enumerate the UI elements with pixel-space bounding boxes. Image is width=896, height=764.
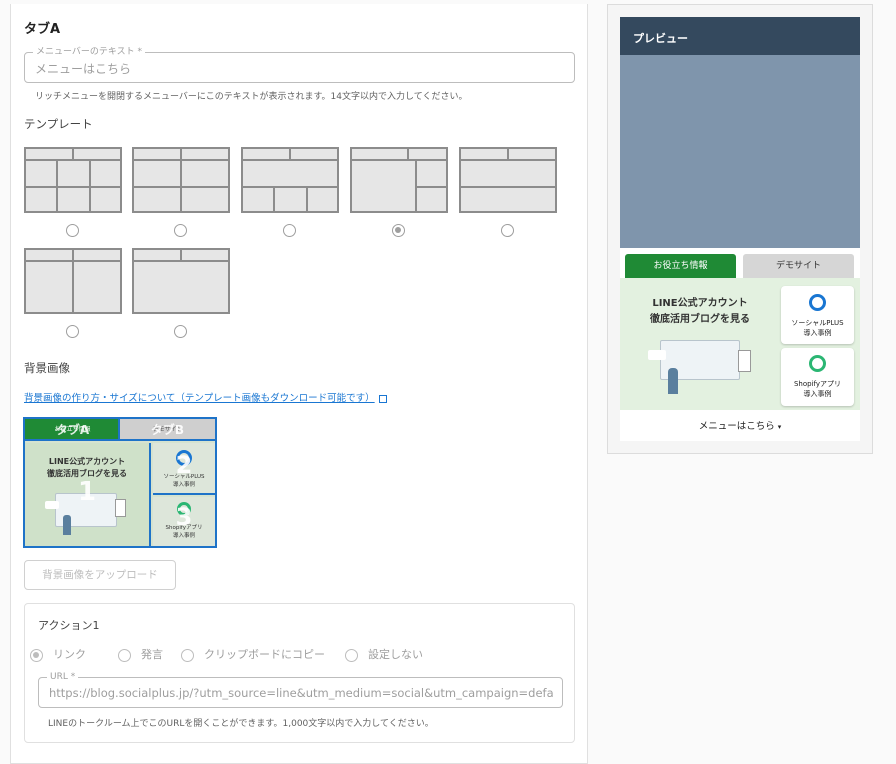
tab-a-label: タブA [55,423,90,437]
url-input[interactable]: https://blog.socialplus.jp/?utm_source=l… [49,686,554,700]
preview-person-illustration [668,368,678,394]
tab-title: タブA [24,22,61,37]
preview-shopify-logo-icon [809,355,826,372]
area-1-number: 1 [77,477,97,507]
template-radio-7[interactable] [174,325,187,338]
preview-card-socialplus[interactable]: ソーシャルPLUS 導入事例 [781,286,854,344]
bg-image-editor[interactable]: お役立ち情報 タブA デモサイト タブB LINE公式アカウント 徹底活用ブログ… [23,417,217,548]
action-option-message-label: 発言 [141,648,163,661]
menu-text-help: リッチメニューを開閉するメニューバーにこのテキストが表示されます。14文字以内で… [35,92,468,102]
template-radio-5[interactable] [501,224,514,237]
preview-card1-line2: 導入事例 [803,329,832,337]
preview-tab-active[interactable]: お役立ち情報 [625,254,736,278]
url-label: URL * [47,671,79,683]
action-option-none[interactable]: 設定しない [345,646,423,662]
preview-panel: プレビュー お役立ち情報 デモサイト LINE公式アカウント 徹底活用ブログを見… [607,4,873,454]
area-3[interactable]: Shopifyアプリ 導入事例 3 [153,497,215,546]
preview-phone-illustration [738,350,751,372]
area-2-card-line2: 導入事例 [172,482,195,488]
action-option-message-radio[interactable] [118,648,131,662]
area-tab-a[interactable]: お役立ち情報 タブA [25,419,120,441]
area-3-number: 3 [175,503,193,531]
preview-banner-line2: 徹底活用ブログを見る [650,314,750,325]
preview-card-shopify[interactable]: Shopifyアプリ 導入事例 [781,348,854,406]
area-1-banner-line1: LINE公式アカウント [48,457,126,466]
url-field[interactable]: URL * https://blog.socialplus.jp/?utm_so… [38,671,563,708]
bg-image-help-link-text: 背景画像の作り方・サイズについて（テンプレート画像もダウンロード可能です） [24,393,375,404]
template-option-2[interactable] [132,147,230,213]
bg-image-label: 背景画像 [24,361,70,375]
template-option-3[interactable] [241,147,339,213]
bg-image-help-link[interactable]: 背景画像の作り方・サイズについて（テンプレート画像もダウンロード可能です） [24,390,387,404]
external-link-icon [378,394,387,403]
upload-bg-image-button[interactable]: 背景画像をアップロード [24,560,176,590]
action-1-title: アクション1 [38,619,100,632]
menu-text-field[interactable]: メニューバーのテキスト * メニューはこちら [24,46,575,83]
tab-b-label: タブB [150,423,185,437]
menu-text-input[interactable]: メニューはこちら [35,60,131,77]
preview-card2-line1: Shopifyアプリ [793,380,842,388]
action-option-none-radio[interactable] [345,648,358,662]
action-option-clipboard-radio[interactable] [181,648,194,662]
preview-banner-line1: LINE公式アカウント [652,298,748,309]
action-option-message[interactable]: 発言 [118,646,163,662]
preview-chat-bubble-illustration [648,350,666,360]
template-radio-3[interactable] [283,224,296,237]
settings-panel: タブA メニューバーのテキスト * メニューはこちら リッチメニューを開閉するメ… [10,4,588,764]
preview-chat-area [620,55,860,248]
area-2-number: 2 [175,451,193,479]
preview-socialplus-logo-icon [809,294,826,311]
menu-text-label: メニューバーのテキスト * [33,46,146,58]
preview-card2-line2: 導入事例 [803,390,832,398]
template-option-6[interactable] [24,248,122,314]
url-help: LINEのトークルーム上でこのURLを開くことができます。1,000文字以内で入… [48,719,434,729]
area-1[interactable]: LINE公式アカウント 徹底活用ブログを見る 1 [25,443,151,546]
template-option-7[interactable] [132,248,230,314]
action-option-link-radio[interactable] [30,648,43,662]
action-option-link[interactable]: リンク [30,646,86,662]
action-option-link-label: リンク [53,648,86,661]
template-option-1[interactable] [24,147,122,213]
template-label: テンプレート [24,117,93,131]
template-option-5[interactable] [459,147,557,213]
caret-down-icon: ▾ [777,423,782,431]
action-option-clipboard-label: クリップボードにコピー [204,648,325,661]
preview-rich-menu: お役立ち情報 デモサイト LINE公式アカウント 徹底活用ブログを見る ソーシャ… [620,248,860,441]
template-radio-6[interactable] [66,325,79,338]
template-radio-2[interactable] [174,224,187,237]
action-option-none-label: 設定しない [368,648,423,661]
preview-card1-line1: ソーシャルPLUS [791,319,844,327]
area-3-card-line2: 導入事例 [172,533,195,539]
action-1-box: アクション1 リンク 発言 クリップボードにコピー 設定しない URL * ht… [24,603,575,743]
template-option-4[interactable] [350,147,448,213]
preview-menu-bar[interactable]: メニューはこちら ▾ [620,418,860,432]
person-illustration [63,515,71,535]
preview-menu-bar-text: メニューはこちら [698,421,775,432]
preview-tab-inactive[interactable]: デモサイト [743,254,854,278]
template-radio-4[interactable] [392,224,405,237]
preview-banner[interactable]: LINE公式アカウント 徹底活用ブログを見る ソーシャルPLUS 導入事例 Sh… [620,278,860,410]
area-tab-b[interactable]: デモサイト タブB [120,419,215,441]
preview-header: プレビュー [620,17,860,55]
area-2[interactable]: ソーシャルPLUS 導入事例 2 [153,443,215,495]
template-radio-1[interactable] [66,224,79,237]
action-option-clipboard[interactable]: クリップボードにコピー [181,646,325,662]
